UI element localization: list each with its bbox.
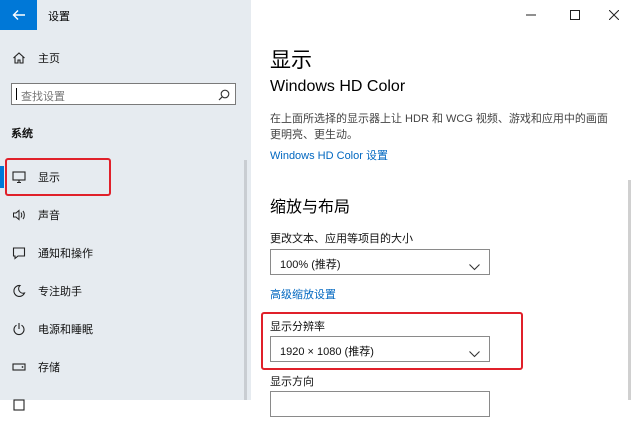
main-panel: 显示 Windows HD Color 在上面所选择的显示器上让 HDR 和 W… — [251, 0, 631, 417]
search-placeholder: 查找设置 — [21, 91, 65, 103]
maximize-icon — [570, 10, 580, 20]
moon-icon — [11, 283, 27, 299]
scale-dropdown[interactable]: 100% (推荐) — [270, 249, 490, 275]
app-title: 设置 — [48, 11, 70, 23]
back-button[interactable] — [0, 0, 37, 30]
hd-color-description: 在上面所选择的显示器上让 HDR 和 WCG 视频、游戏和应用中的画面更明亮、更… — [270, 113, 608, 141]
sidebar-item-notifications[interactable]: 通知和操作 — [0, 235, 251, 271]
sidebar-item-power[interactable]: 电源和睡眠 — [0, 311, 251, 347]
sidebar-item-label: 声音 — [38, 210, 60, 222]
sidebar: 设置 主页 查找设置 系统 显示 声音 通知和操作 专注助手 电源和睡眠 存储 — [0, 0, 251, 411]
search-input[interactable]: 查找设置 — [11, 83, 236, 105]
close-button[interactable] — [594, 0, 631, 30]
home-icon — [11, 50, 27, 66]
search-icon[interactable] — [218, 88, 230, 106]
sidebar-item-label: 专注助手 — [38, 286, 82, 298]
scale-dropdown-value: 100% (推荐) — [280, 259, 341, 271]
sidebar-item-sound[interactable]: 声音 — [0, 197, 251, 233]
power-icon — [11, 321, 27, 337]
sidebar-item-label: 主页 — [38, 53, 60, 65]
sidebar-item-partial[interactable] — [0, 387, 251, 423]
orientation-label: 显示方向 — [270, 376, 314, 388]
sidebar-item-home[interactable]: 主页 — [0, 40, 251, 76]
resolution-highlight-box — [261, 312, 523, 370]
sidebar-item-label: 通知和操作 — [38, 248, 93, 260]
scale-label: 更改文本、应用等项目的大小 — [270, 233, 413, 245]
speaker-icon — [11, 207, 27, 223]
text-caret — [16, 88, 17, 100]
sidebar-scrollbar[interactable] — [244, 160, 247, 400]
hd-color-settings-link[interactable]: Windows HD Color 设置 — [270, 147, 388, 163]
hd-color-heading: Windows HD Color — [270, 78, 406, 95]
chevron-down-icon — [469, 258, 480, 276]
orientation-dropdown[interactable] — [270, 391, 490, 417]
scale-layout-heading: 缩放与布局 — [270, 199, 351, 216]
notification-icon — [11, 245, 27, 261]
sidebar-item-label: 存储 — [38, 362, 60, 374]
minimize-icon — [526, 14, 536, 16]
back-arrow-icon — [12, 10, 25, 20]
section-heading: 系统 — [11, 128, 33, 140]
advanced-scaling-link[interactable]: 高级缩放设置 — [270, 286, 336, 302]
close-icon — [609, 10, 619, 20]
sidebar-item-label: 电源和睡眠 — [38, 324, 93, 336]
page-title: 显示 — [270, 49, 312, 72]
title-bar: 设置 — [0, 0, 251, 30]
tablet-icon — [11, 397, 27, 413]
sidebar-item-focus-assist[interactable]: 专注助手 — [0, 273, 251, 309]
sidebar-item-storage[interactable]: 存储 — [0, 349, 251, 385]
minimize-button[interactable] — [511, 0, 551, 30]
display-highlight-box — [5, 158, 111, 196]
storage-icon — [11, 359, 27, 375]
maximize-button[interactable] — [555, 0, 595, 30]
